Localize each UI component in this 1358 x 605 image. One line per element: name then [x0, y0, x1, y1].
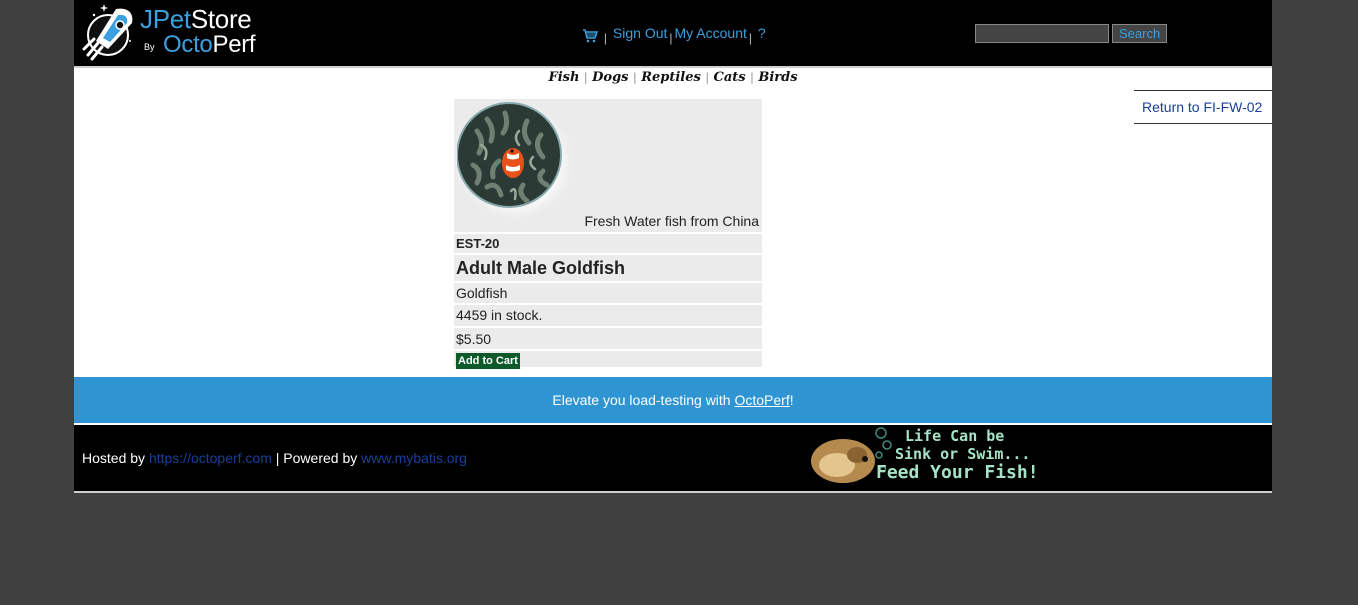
item-price: $5.50: [456, 331, 492, 347]
ad-line-2: Sink or Swim...: [895, 445, 1031, 463]
help-link[interactable]: ?: [758, 25, 766, 41]
item-stock-row: 4459 in stock.: [454, 305, 762, 326]
return-link[interactable]: Return to FI-FW-02: [1142, 99, 1262, 115]
page: JPetStore By OctoPerf | Sign Out | My Acco…: [74, 0, 1272, 493]
footer: Hosted by https://octoperf.com | Powered…: [74, 425, 1272, 493]
powered-by-label: | Powered by: [271, 450, 362, 466]
item-price-row: $5.50: [454, 328, 762, 349]
search-button[interactable]: Search: [1112, 24, 1168, 43]
back-link-box: Return to FI-FW-02: [1134, 90, 1272, 124]
logo-by: By: [144, 42, 155, 52]
category-quicklinks: Fish | Dogs | Reptiles | Cats | Birds: [74, 70, 1272, 85]
item-product: Goldfish: [456, 285, 508, 301]
quicklink-separator: |: [629, 71, 641, 84]
header-menu: | Sign Out | My Account | ?: [582, 24, 766, 46]
rocket-logo-icon: [82, 4, 133, 61]
hosted-by-label: Hosted by: [82, 450, 149, 466]
hosted-link[interactable]: https://octoperf.com: [149, 450, 272, 466]
powered-link[interactable]: www.mybatis.org: [361, 450, 467, 466]
banner-text: Elevate you load-testing with: [552, 392, 735, 408]
octoperf-link[interactable]: OctoPerf: [734, 392, 789, 408]
menu-separator: |: [669, 31, 673, 45]
item-id-row: EST-20: [454, 234, 762, 253]
item-stock: 4459 in stock.: [456, 307, 543, 323]
item-name: Adult Male Goldfish: [456, 258, 625, 278]
fish-image: [457, 101, 577, 223]
quicklink-separator: |: [580, 71, 592, 84]
banner-suffix: !: [789, 392, 794, 408]
jpetstore-logo[interactable]: JPetStore By OctoPerf: [82, 1, 262, 63]
item-image-description: Fresh Water fish from China: [584, 213, 759, 229]
quicklink-separator: |: [746, 71, 758, 84]
search-input[interactable]: [975, 24, 1109, 43]
item-image-row: Fresh Water fish from China: [454, 99, 762, 232]
my-account-link[interactable]: My Account: [675, 25, 747, 41]
item-details-table: Fresh Water fish from China EST-20 Adult…: [454, 99, 762, 369]
quicklink-separator: |: [701, 71, 713, 84]
menu-separator: |: [748, 31, 753, 45]
quicklink-cats[interactable]: Cats: [714, 70, 746, 85]
quicklink-reptiles[interactable]: Reptiles: [641, 70, 701, 85]
menu-separator: |: [603, 31, 608, 45]
add-to-cart-row: Add to Cart: [454, 351, 762, 369]
sign-out-link[interactable]: Sign Out: [613, 25, 667, 41]
item-name-row: Adult Male Goldfish: [454, 255, 762, 281]
footer-credits: Hosted by https://octoperf.com | Powered…: [82, 450, 467, 466]
feed-your-fish-banner: Life Can be Sink or Swim... Feed Your Fi…: [809, 425, 1059, 489]
promo-banner: Elevate you load-testing with OctoPerf!: [74, 377, 1272, 423]
item-id: EST-20: [456, 236, 500, 251]
item-product-row: Goldfish: [454, 283, 762, 303]
add-to-cart-button[interactable]: Add to Cart: [456, 353, 520, 369]
header: JPetStore By OctoPerf | Sign Out | My Acco…: [74, 0, 1272, 68]
search-area: Search: [975, 24, 1168, 43]
quicklink-birds[interactable]: Birds: [758, 70, 797, 85]
shopping-cart-icon[interactable]: [582, 29, 599, 46]
logo-brand: OctoPerf: [163, 31, 256, 58]
quicklink-dogs[interactable]: Dogs: [592, 70, 628, 85]
quicklink-fish[interactable]: Fish: [548, 70, 579, 85]
ad-line-1: Life Can be: [905, 427, 1005, 445]
ad-line-3: Feed Your Fish!: [876, 462, 1039, 483]
